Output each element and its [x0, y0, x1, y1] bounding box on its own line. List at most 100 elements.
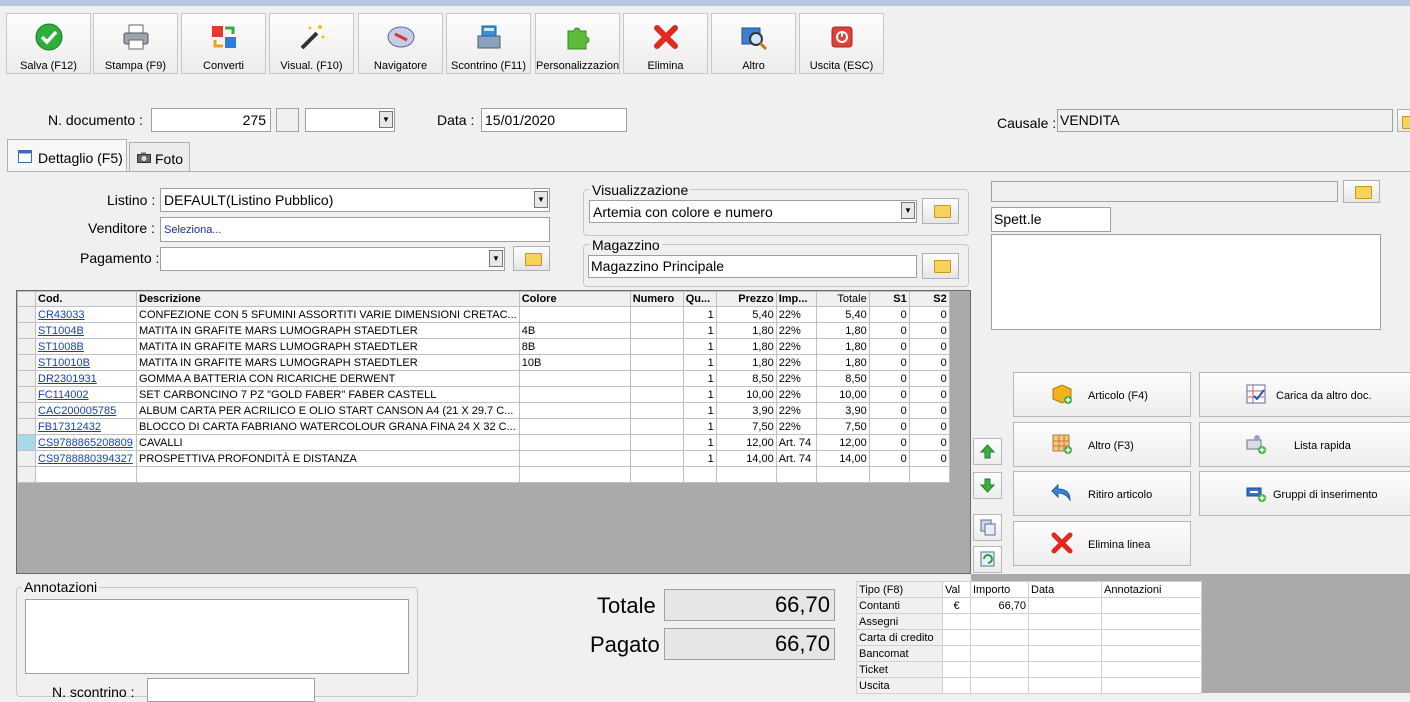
customer-address-field[interactable]	[991, 234, 1381, 330]
add-article-button[interactable]: Articolo (F4)	[1013, 372, 1191, 417]
cell-cod[interactable]: FB17312432	[35, 418, 137, 435]
payment-cell-data[interactable]	[1028, 661, 1102, 678]
payment-cell-data[interactable]	[1028, 645, 1102, 662]
empty-cell[interactable]	[35, 466, 137, 483]
payment-cell-val[interactable]	[942, 661, 971, 678]
receipt-button[interactable]: Scontrino (F11)	[446, 13, 531, 74]
col-s1[interactable]: S1	[868, 291, 910, 307]
customer-folder-button[interactable]	[1343, 180, 1380, 203]
payment-row[interactable]: Contanti €66,70	[856, 597, 1202, 614]
empty-cell[interactable]	[518, 466, 631, 483]
insert-groups-button[interactable]: Gruppi di inserimento	[1199, 471, 1410, 516]
payment-cell-val[interactable]	[942, 645, 971, 662]
doc-suffix-button[interactable]	[276, 108, 299, 132]
table-row[interactable]: FB17312432 BLOCCO DI CARTA FABRIANO WATER…	[17, 418, 950, 435]
row-indicator[interactable]	[17, 338, 36, 355]
col-prezzo[interactable]: Prezzo	[715, 291, 777, 307]
row-indicator[interactable]	[17, 434, 36, 451]
scontrino-field[interactable]	[147, 678, 315, 702]
payment-cell-note[interactable]	[1101, 645, 1202, 662]
cell-cod[interactable]: CS9788880394327	[35, 450, 137, 467]
col-val[interactable]: Val	[942, 581, 971, 598]
col-annotazioni[interactable]: Annotazioni	[1101, 581, 1202, 598]
refresh-button[interactable]	[973, 546, 1002, 573]
visual-button[interactable]: Visual. (F10)	[269, 13, 354, 74]
col-descrizione[interactable]: Descrizione	[136, 291, 520, 307]
table-row[interactable]: CS9788865208809 CAVALLI 1 12,00 Art. 74 12,00…	[17, 434, 950, 451]
tab-foto[interactable]: Foto	[129, 142, 190, 172]
delete-button[interactable]: Elimina	[623, 13, 708, 74]
col-data[interactable]: Data	[1028, 581, 1102, 598]
empty-cell[interactable]	[868, 466, 910, 483]
quick-list-button[interactable]: Lista rapida	[1199, 422, 1410, 467]
annotazioni-field[interactable]	[25, 599, 409, 674]
payment-cell-importo[interactable]	[970, 629, 1029, 646]
cell-cod[interactable]: CR43033	[35, 306, 137, 323]
row-indicator[interactable]	[17, 370, 36, 387]
cell-cod[interactable]: DR2301931	[35, 370, 137, 387]
duplicate-button[interactable]	[973, 514, 1002, 541]
col-s2[interactable]: S2	[908, 291, 950, 307]
delete-line-button[interactable]: Elimina linea	[1013, 521, 1191, 566]
customer-name-field[interactable]	[991, 181, 1338, 202]
payment-cell-importo[interactable]: 66,70	[970, 597, 1029, 614]
payment-row[interactable]: Assegni	[856, 613, 1202, 630]
listino-select[interactable]: DEFAULT(Listino Pubblico) ▼	[160, 188, 550, 212]
chevron-down-icon[interactable]: ▼	[379, 111, 393, 128]
table-row[interactable]: CS9788880394327 PROSPETTIVA PROFONDITÀ E …	[17, 450, 950, 467]
payment-cell-data[interactable]	[1028, 613, 1102, 630]
payment-cell-data[interactable]	[1028, 677, 1102, 694]
causale-folder-button[interactable]	[1397, 109, 1410, 132]
chevron-down-icon[interactable]: ▼	[534, 191, 548, 208]
empty-cell[interactable]	[715, 466, 777, 483]
row-indicator[interactable]	[17, 306, 36, 323]
col-colore[interactable]: Colore	[518, 291, 631, 307]
payment-cell-val[interactable]	[942, 677, 971, 694]
magazzino-folder-button[interactable]	[922, 253, 959, 279]
visualizzazione-folder-button[interactable]	[922, 198, 959, 224]
load-from-doc-button[interactable]: Carica da altro doc.	[1199, 372, 1410, 417]
payment-cell-note[interactable]	[1101, 677, 1202, 694]
payment-cell-data[interactable]	[1028, 629, 1102, 646]
salutation-field[interactable]: Spett.le	[991, 207, 1111, 232]
payment-cell-importo[interactable]	[970, 677, 1029, 694]
return-article-button[interactable]: Ritiro articolo	[1013, 471, 1191, 516]
col-importo[interactable]: Importo	[970, 581, 1029, 598]
row-indicator[interactable]	[17, 418, 36, 435]
doc-series-select[interactable]: ▼	[305, 108, 395, 132]
new-row[interactable]	[17, 466, 950, 483]
row-indicator[interactable]	[17, 402, 36, 419]
empty-cell[interactable]	[136, 466, 520, 483]
cell-cod[interactable]: ST1008B	[35, 338, 137, 355]
payment-row[interactable]: Carta di credito	[856, 629, 1202, 646]
doc-number-field[interactable]: 275	[151, 108, 271, 132]
payment-cell-data[interactable]	[1028, 597, 1102, 614]
col-imposta[interactable]: Imp...	[775, 291, 817, 307]
cell-cod[interactable]: ST1004B	[35, 322, 137, 339]
customize-button[interactable]: Personalizzazioni	[535, 13, 620, 74]
payment-row[interactable]: Uscita	[856, 677, 1202, 694]
convert-button[interactable]: Converti	[181, 13, 266, 74]
exit-button[interactable]: Uscita (ESC)	[799, 13, 884, 74]
payment-cell-importo[interactable]	[970, 645, 1029, 662]
row-indicator[interactable]	[17, 386, 36, 403]
empty-cell[interactable]	[629, 466, 684, 483]
row-indicator[interactable]	[17, 466, 36, 483]
col-tipo[interactable]: Tipo (F8)	[856, 581, 943, 598]
other-button[interactable]: Altro	[711, 13, 796, 74]
table-row[interactable]: CAC200005785 ALBUM CARTA PER ACRILICO E O…	[17, 402, 950, 419]
cell-cod[interactable]: ST10010B	[35, 354, 137, 371]
pagamento-select[interactable]: ▼	[160, 247, 505, 271]
empty-cell[interactable]	[908, 466, 950, 483]
empty-cell[interactable]	[775, 466, 817, 483]
move-up-button[interactable]	[973, 438, 1002, 465]
payment-cell-importo[interactable]	[970, 613, 1029, 630]
payment-cell-val[interactable]	[942, 629, 971, 646]
payment-cell-note[interactable]	[1101, 629, 1202, 646]
payment-row[interactable]: Ticket	[856, 661, 1202, 678]
col-totale[interactable]: Totale	[815, 291, 870, 307]
venditore-field[interactable]: Seleziona...	[160, 217, 550, 242]
table-row[interactable]: DR2301931 GOMMA A BATTERIA CON RICARICHE …	[17, 370, 950, 387]
navigator-button[interactable]: Navigatore	[358, 13, 443, 74]
empty-cell[interactable]	[815, 466, 870, 483]
